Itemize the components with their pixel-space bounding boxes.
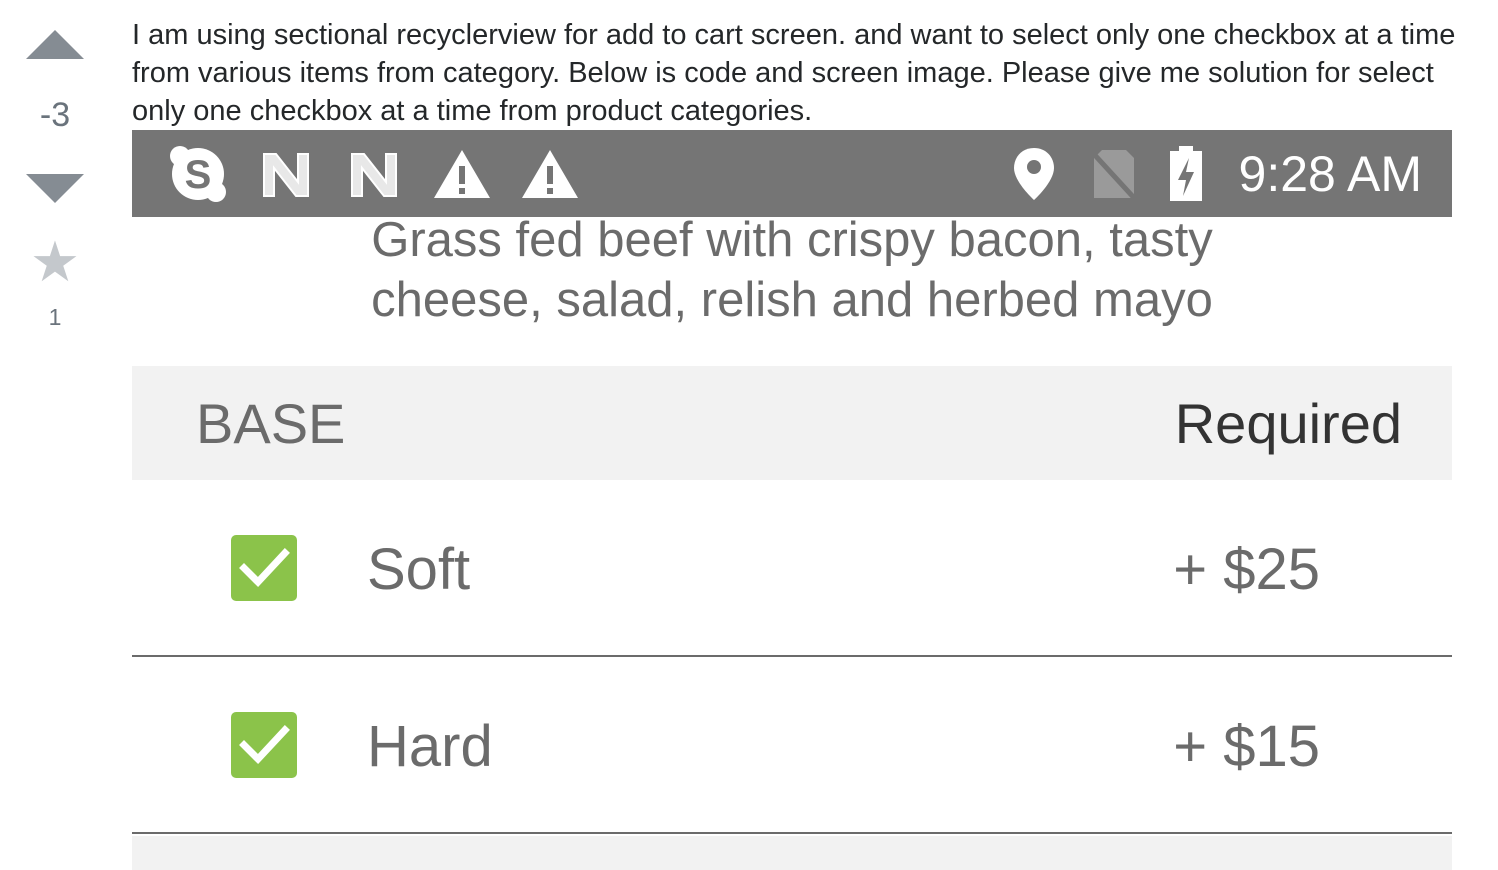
warning-icon (434, 150, 490, 198)
warning-icon (522, 150, 578, 198)
section-required-label: Required (1174, 392, 1402, 455)
option-row-soft[interactable]: Soft + $25 (132, 480, 1452, 657)
option-label: Hard (367, 714, 493, 779)
status-bar: S 9:28 AM (132, 130, 1452, 217)
svg-text:S: S (185, 153, 212, 197)
battery-charging-icon (1170, 146, 1202, 201)
no-sim-icon (1090, 150, 1138, 202)
description-line: Grass fed beef with crispy bacon, tasty (371, 213, 1213, 267)
option-row-hard[interactable]: Hard + $15 (132, 657, 1452, 834)
checkbox-checked[interactable] (231, 712, 297, 778)
section-header: BASE Required (132, 366, 1452, 480)
next-section-header (132, 836, 1452, 870)
vote-count: -3 (39, 96, 71, 134)
description-line: cheese, salad, relish and herbed mayo (371, 273, 1213, 327)
favorite-count: 1 (48, 304, 62, 330)
vote-column: -3 ★ 1 (0, 0, 110, 870)
item-description: Grass fed beef with crispy bacon, tasty … (132, 210, 1452, 330)
option-label: Soft (367, 537, 471, 602)
app-screenshot: S 9:28 AM Grass fed beef with crispy bac… (132, 130, 1452, 870)
checkbox-checked[interactable] (231, 535, 297, 601)
option-price: + $15 (1173, 714, 1320, 779)
question-body: I am using sectional recyclerview for ad… (132, 19, 1456, 127)
n-notification-icon (263, 153, 309, 197)
favorite-star-icon[interactable]: ★ (26, 232, 84, 292)
section-title: BASE (196, 392, 346, 455)
n-notification-icon (351, 153, 397, 197)
row-divider (132, 832, 1452, 834)
location-pin-icon (1014, 148, 1054, 200)
downvote-arrow-icon[interactable] (26, 174, 84, 203)
checkmark-icon (239, 725, 290, 765)
option-price: + $25 (1173, 537, 1320, 602)
status-time: 9:28 AM (1238, 146, 1422, 202)
upvote-arrow-icon[interactable] (26, 30, 84, 59)
skype-icon: S (170, 146, 226, 202)
checkmark-icon (239, 548, 290, 588)
